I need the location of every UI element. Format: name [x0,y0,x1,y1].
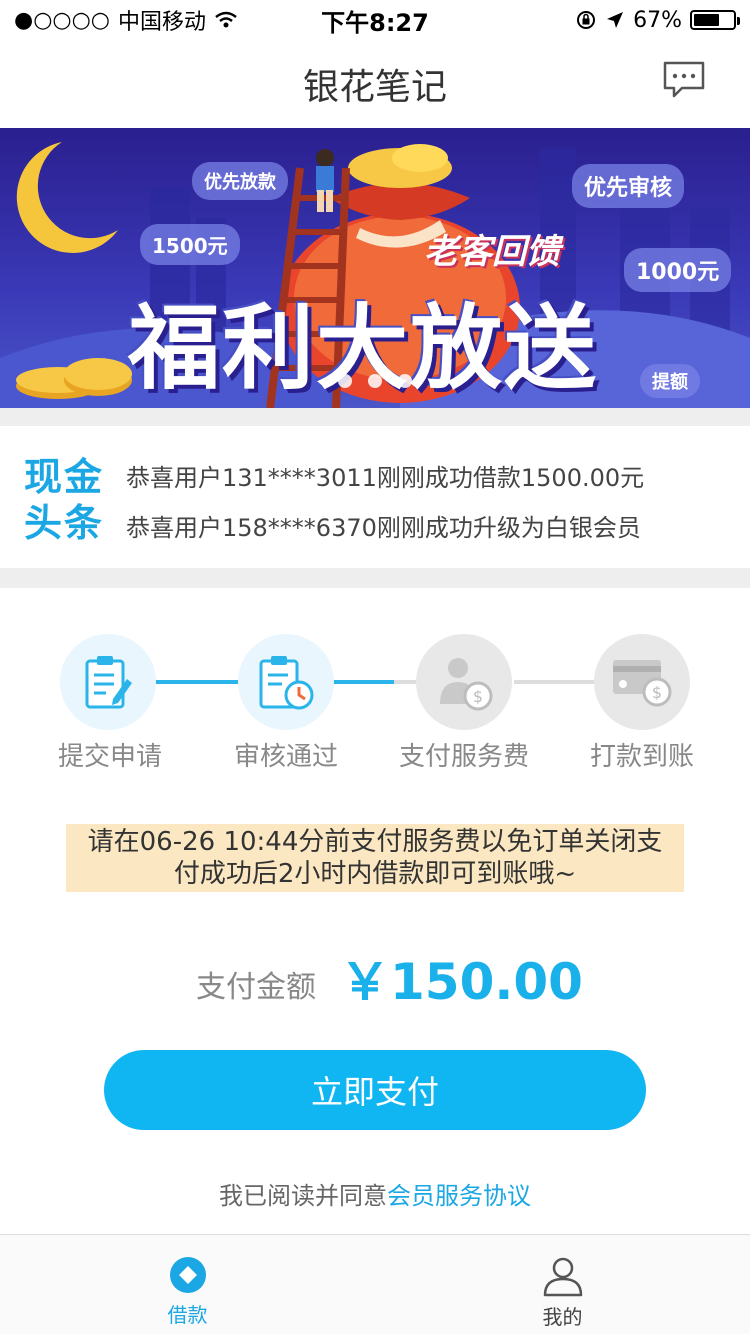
news-ticker: 现金头条 恭喜用户131****3011刚刚成功借款1500.00元 恭喜用户1… [0,426,750,568]
step-connector [394,680,416,684]
clipboard-clock-icon [259,656,314,710]
rotation-lock-icon [577,11,596,29]
person-icon [543,1257,582,1297]
banner-pagination[interactable] [0,374,750,388]
step-connector [514,680,594,684]
navigation-bar: 银花笔记 [0,40,750,128]
chat-bubble-icon[interactable] [662,60,706,100]
wifi-icon [215,11,237,28]
step-label: 审核通过 [233,742,338,772]
banner-tag-priority-loan: 优先放款 [192,162,288,200]
tab-label: 借款 [167,1303,208,1327]
battery-percent: 67% [633,7,682,33]
carrier-name: 中国移动 [117,10,206,35]
tab-loan[interactable]: 借款 [0,1235,375,1334]
news-badge: 现金头条 [24,455,105,545]
news-item: 恭喜用户158****6370刚刚成功升级为白银会员 [126,514,641,542]
pay-now-button[interactable]: 立即支付 [104,1050,646,1130]
payment-deadline-notice: 请在06-26 10:44分前支付服务费以免订单关闭支 付成功后2小时内借款即可… [66,824,684,892]
signal-strength-icon: ●○○○○ [14,7,110,33]
status-right: 67% [575,7,740,33]
step-3: $ [416,634,512,730]
page-title: 银花笔记 [302,67,447,108]
battery-fill [694,14,720,26]
section-divider [0,408,750,426]
person-coin-icon: $ [440,658,493,711]
tab-mine[interactable]: 我的 [375,1235,750,1334]
promo-banner[interactable]: 优先放款 优先审核 1500元 1000元 提额 老客回馈 福利大放送 [0,128,750,408]
diamond-icon [169,1257,206,1293]
step-connector [154,680,238,684]
pagination-dot[interactable] [368,374,382,388]
pagination-dot[interactable] [338,374,352,388]
battery-icon [690,10,740,30]
step-4: $ [594,634,690,730]
step-connector [334,680,394,684]
banner-tag-amount-1500: 1500元 [140,224,240,265]
step-label: 打款到账 [589,742,694,772]
payment-amount-row: 支付金额 ￥150.00 [0,940,750,1020]
step-label: 支付服务费 [398,742,529,772]
amount-value: ￥150.00 [340,953,583,1011]
banner-tag-priority-review: 优先审核 [572,164,685,208]
progress-steps: $ $ 提交申请 审核通过 支付服务费 打款到账 [0,588,750,788]
step-2 [238,634,334,730]
svg-text:$: $ [473,687,483,706]
notice-line: 请在06-26 10:44分前支付服务费以免订单关闭支 [87,827,663,857]
agreement-prefix: 我已阅读并同意 [219,1182,387,1210]
location-arrow-icon [607,12,624,28]
notice-line: 付成功后2小时内借款即可到账哦~ [173,859,577,889]
status-left: ●○○○○ 中国移动 [14,4,238,36]
tab-label: 我的 [542,1305,583,1329]
membership-agreement-link[interactable]: 会员服务协议 [387,1182,531,1210]
step-label: 提交申请 [57,742,162,772]
pagination-dot[interactable] [398,374,412,388]
news-item: 恭喜用户131****3011刚刚成功借款1500.00元 [126,464,645,492]
clipboard-edit-icon [85,656,132,709]
tab-bar: 借款 我的 [0,1234,750,1334]
section-divider [0,568,750,588]
amount-label: 支付金额 [196,970,316,1005]
svg-text:$: $ [652,683,662,702]
banner-subtitle: 老客回馈 [424,232,560,272]
card-coin-icon: $ [613,660,672,707]
banner-tag-amount-1000: 1000元 [624,248,732,292]
agreement-text: 我已阅读并同意会员服务协议 [0,1176,750,1211]
status-bar: ●○○○○ 中国移动 下午8:27 67% [0,0,750,40]
step-1 [60,634,156,730]
